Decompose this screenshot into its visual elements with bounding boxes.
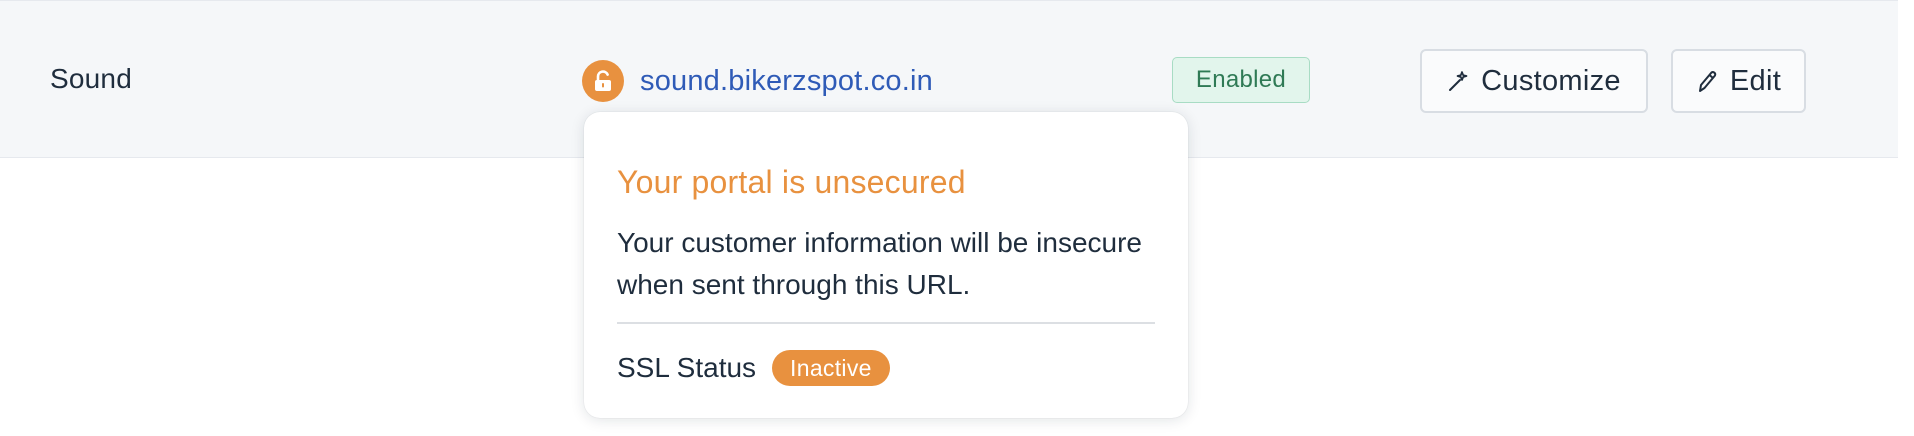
ssl-status-badge: Inactive (772, 350, 890, 386)
portal-name: Sound (50, 63, 132, 94)
ssl-status-label: SSL Status (617, 352, 757, 383)
popover-message: Your customer information will be insecu… (617, 227, 1142, 300)
popover-title: Your portal is unsecured (617, 164, 966, 200)
divider (617, 322, 1155, 324)
customize-label: Customize (1481, 64, 1621, 97)
edit-label: Edit (1729, 64, 1782, 97)
ssl-popover: Your portal is unsecured Your customer i… (584, 112, 1188, 418)
edit-button[interactable]: Edit (1671, 49, 1806, 113)
unlocked-lock-icon[interactable] (582, 60, 624, 102)
portal-domain[interactable]: sound.bikerzspot.co.in (582, 60, 933, 102)
wand-icon (1449, 71, 1468, 91)
domain-link[interactable]: sound.bikerzspot.co.in (640, 65, 933, 98)
customize-button[interactable]: Customize (1420, 49, 1648, 113)
status-badge: Enabled (1172, 57, 1310, 103)
ssl-status-row: SSL Status Inactive (617, 350, 890, 386)
pencil-icon (1698, 71, 1717, 92)
